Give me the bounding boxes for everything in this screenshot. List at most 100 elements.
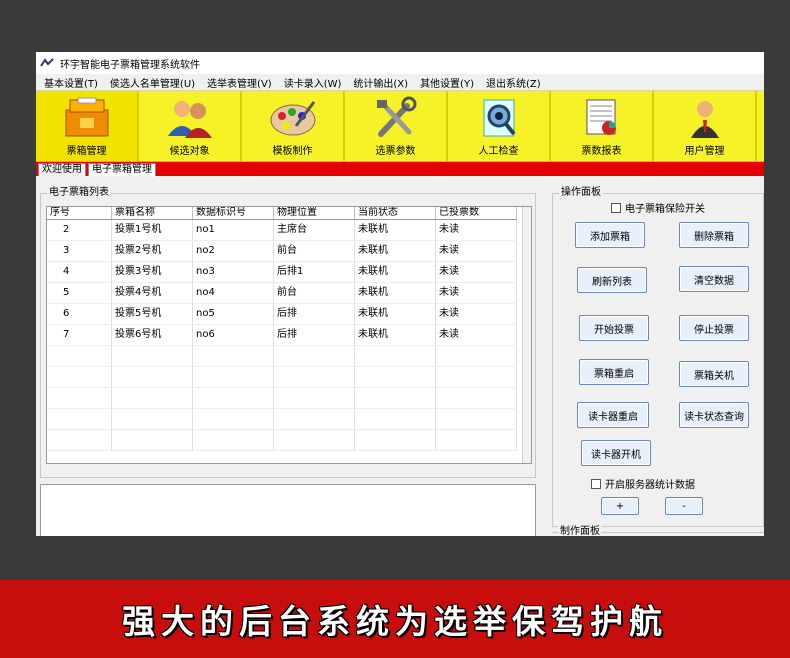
magnifier-icon [483, 99, 516, 137]
empty-row [47, 345, 517, 367]
cell: 投票3号机 [111, 261, 193, 283]
cell: 2 [47, 219, 112, 241]
cell: 6 [47, 303, 112, 325]
column-header[interactable]: 序号 [47, 207, 112, 220]
title-bar: 环宇智能电子票箱管理系统软件 [36, 52, 764, 74]
cell: 投票2号机 [111, 240, 193, 262]
cell: 未联机 [354, 219, 436, 241]
ballot-box-shutdown-button[interactable]: 票箱关机 [679, 361, 749, 387]
group-title: 电子票箱列表 [47, 187, 111, 199]
add-ballot-box-button[interactable]: 添加票箱 [575, 222, 645, 248]
cell: 3 [47, 240, 112, 262]
cell: 未读 [435, 282, 517, 304]
menu-card-input[interactable]: 读卡录入(W) [278, 75, 348, 90]
cell: no6 [192, 324, 274, 346]
tool-manual-check[interactable]: 人工检查 [448, 91, 551, 161]
report-icon [586, 99, 616, 135]
menu-other-settings[interactable]: 其他设置(Y) [414, 75, 480, 90]
plus-button[interactable]: + [601, 497, 639, 515]
column-header[interactable]: 数据标识号 [192, 207, 274, 220]
menu-basic-settings[interactable]: 基本设置(T) [38, 75, 104, 90]
clear-data-button[interactable]: 清空数据 [679, 266, 749, 292]
tool-label: 人工检查 [478, 146, 519, 157]
tool-label: 模板制作 [272, 146, 313, 157]
window-title: 环宇智能电子票箱管理系统软件 [60, 59, 200, 71]
cell: 7 [47, 324, 112, 346]
stop-voting-button[interactable]: 停止投票 [679, 315, 749, 341]
cell: 后排 [273, 303, 355, 325]
empty-row [47, 366, 517, 388]
refresh-list-button[interactable]: 刷新列表 [577, 267, 647, 293]
card-reader-restart-button[interactable]: 读卡器重启 [577, 402, 649, 428]
ballot-box-restart-button[interactable]: 票箱重启 [579, 359, 649, 385]
cell: 未读 [435, 261, 517, 283]
cell: 投票1号机 [111, 219, 193, 241]
table-row[interactable]: 3 投票2号机 no2 前台 未联机 未读 [47, 240, 517, 262]
column-header[interactable]: 物理位置 [273, 207, 355, 220]
column-header[interactable]: 票箱名称 [111, 207, 193, 220]
column-header[interactable]: 已投票数 [435, 207, 517, 220]
table-row[interactable]: 7 投票6号机 no6 后排 未联机 未读 [47, 324, 517, 346]
cell: 未联机 [354, 261, 436, 283]
table-row[interactable]: 2 投票1号机 no1 主席台 未联机 未读 [47, 219, 517, 241]
cell: 未读 [435, 303, 517, 325]
cell: 主席台 [273, 219, 355, 241]
menu-stats-output[interactable]: 统计输出(X) [347, 75, 414, 90]
ballot-box-listview[interactable]: 序号 票箱名称 数据标识号 物理位置 当前状态 已投票数 2 投票1号机 no1 主席… [46, 206, 532, 464]
cell: 未联机 [354, 282, 436, 304]
checkbox-label: 电子票箱保险开关 [625, 204, 705, 215]
tools-icon [376, 96, 416, 137]
minus-button[interactable]: - [665, 497, 703, 515]
tool-label: 票箱管理 [66, 146, 107, 157]
tool-user-management[interactable]: 用户管理 [654, 91, 757, 161]
checkbox-label: 开启服务器统计数据 [605, 480, 695, 491]
start-voting-button[interactable]: 开始投票 [579, 315, 649, 341]
ballot-box-icon [65, 97, 108, 137]
cell: 5 [47, 282, 112, 304]
server-stats-checkbox[interactable]: 开启服务器统计数据 [591, 476, 695, 491]
card-reader-status-button[interactable]: 读卡状态查询 [679, 402, 749, 428]
tool-template[interactable]: 模板制作 [242, 91, 345, 161]
checkbox-box[interactable] [591, 478, 601, 489]
user-icon [690, 101, 719, 138]
tool-ballot-box[interactable]: 票箱管理 [36, 91, 139, 161]
table-row[interactable]: 4 投票3号机 no3 后排1 未联机 未读 [47, 261, 517, 283]
cell: no1 [192, 219, 274, 241]
app-logo-icon [40, 58, 54, 67]
cell: no4 [192, 282, 274, 304]
vertical-scrollbar[interactable] [522, 207, 531, 463]
make-panel: 制作面板 [552, 526, 764, 536]
card-reader-power-on-button[interactable]: 读卡器开机 [581, 440, 651, 466]
tool-label: 候选对象 [169, 146, 210, 157]
checkbox-box[interactable] [611, 202, 621, 213]
delete-ballot-box-button[interactable]: 删除票箱 [679, 222, 749, 248]
tool-candidates[interactable]: 候选对象 [139, 91, 242, 161]
cell: 前台 [273, 282, 355, 304]
cell: 后排 [273, 324, 355, 346]
menu-bar: 基本设置(T) 侯选人名单管理(U) 选举表管理(V) 读卡录入(W) 统计输出… [36, 74, 764, 90]
tab-welcome[interactable]: 欢迎使用 [38, 163, 86, 176]
tool-label: 票数报表 [581, 146, 622, 157]
tab-ballot-box-management[interactable]: 电子票箱管理 [88, 163, 156, 176]
ballot-box-table: 序号 票箱名称 数据标识号 物理位置 当前状态 已投票数 2 投票1号机 no1 主席… [47, 207, 517, 451]
table-row[interactable]: 5 投票4号机 no4 前台 未联机 未读 [47, 282, 517, 304]
group-title: 操作面板 [559, 187, 603, 199]
menu-exit[interactable]: 退出系统(Z) [480, 75, 547, 90]
cell: 未读 [435, 240, 517, 262]
cell: 未读 [435, 219, 517, 241]
cell: no3 [192, 261, 274, 283]
banner-text: 强大的后台系统为选举保驾护航 [122, 602, 668, 641]
log-textarea[interactable] [40, 484, 536, 536]
menu-candidates[interactable]: 侯选人名单管理(U) [104, 75, 201, 90]
insurance-switch-checkbox[interactable]: 电子票箱保险开关 [611, 200, 705, 215]
menu-election-table[interactable]: 选举表管理(V) [201, 75, 278, 90]
tool-label: 用户管理 [684, 146, 725, 157]
toolbar: 票箱管理 候选对象 模板制作 选票参数 人工检查 票数报表 用户管理 [36, 90, 764, 162]
column-header[interactable]: 当前状态 [354, 207, 436, 220]
table-row[interactable]: 6 投票5号机 no5 后排 未联机 未读 [47, 303, 517, 325]
cell: 投票6号机 [111, 324, 193, 346]
tool-ballot-params[interactable]: 选票参数 [345, 91, 448, 161]
tool-vote-report[interactable]: 票数报表 [551, 91, 654, 161]
tab-bar: 欢迎使用 电子票箱管理 [36, 162, 764, 176]
cell: 投票4号机 [111, 282, 193, 304]
